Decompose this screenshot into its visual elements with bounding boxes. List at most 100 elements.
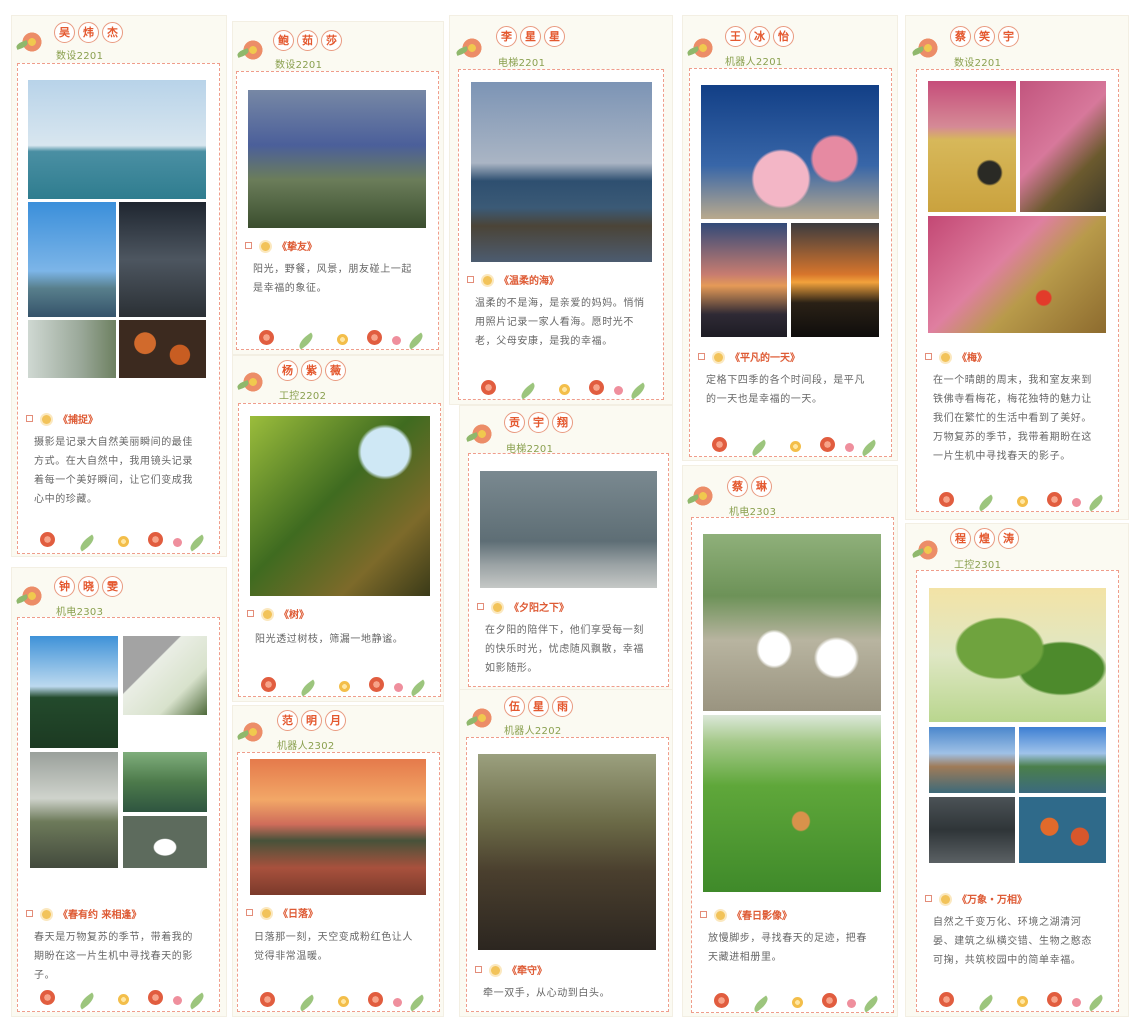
post-card: 贡 宇 翔 电梯2201 《夕阳之下》 在夕阳的陪伴下，他们享受每一刻的快乐时光… — [460, 406, 672, 691]
photo[interactable] — [929, 797, 1015, 863]
photo[interactable] — [928, 81, 1016, 212]
class-label: 机电2303 — [56, 607, 104, 618]
photo[interactable] — [701, 223, 787, 337]
sun-icon — [42, 910, 51, 919]
class-label: 数设2201 — [954, 58, 1002, 69]
photo[interactable] — [123, 816, 207, 868]
photo-card: 《夕阳之下》 在夕阳的陪伴下，他们享受每一刻的快乐时光，忧虑随风飘散，幸福如影随… — [468, 453, 669, 687]
flower-icon — [241, 370, 265, 394]
post-card: 蔡 琳 机电2303 《春日影像》 放慢脚步，寻找春天的足迹，把春天藏进相册里。 — [683, 466, 897, 1016]
flower-icon — [20, 30, 44, 54]
square-icon — [475, 966, 482, 973]
floral-decoration — [248, 975, 429, 1012]
sun-icon — [716, 911, 725, 920]
author-name: 贡 宇 翔 — [504, 412, 573, 433]
post-description: 在一个晴朗的周末，我和室友来到铁佛寺看梅花，梅花独特的魅力让我们在繁忙的生活中看… — [933, 375, 1092, 462]
photo[interactable] — [248, 90, 426, 228]
post-description: 牵一双手，从心动到白头。 — [483, 988, 611, 999]
sun-icon — [262, 909, 271, 918]
sun-icon — [483, 276, 492, 285]
photo[interactable] — [123, 752, 207, 812]
photo-card: 《平凡的一天》 定格下四季的各个时间段，是平凡的一天也是幸福的一天。 — [689, 68, 892, 457]
flower-icon — [241, 720, 265, 744]
photo[interactable] — [929, 727, 1015, 793]
square-icon — [700, 911, 707, 918]
post-card: 范 明 月 机器人2302 《日落》 日落那一刻，天空变成粉红色让人觉得非常温暖… — [233, 706, 443, 1016]
class-label: 机器人2202 — [504, 726, 562, 737]
post-title: 《梅》 — [925, 349, 1110, 364]
photo[interactable] — [1019, 727, 1106, 793]
photo[interactable] — [703, 534, 881, 711]
floral-decoration — [249, 660, 430, 697]
square-icon — [698, 353, 705, 360]
floral-decoration — [28, 515, 209, 552]
post-description: 在夕阳的陪伴下，他们享受每一刻的快乐时光，忧虑随风飘散，幸福如影随形。 — [485, 625, 644, 674]
square-icon — [247, 610, 254, 617]
class-label: 工控2202 — [279, 391, 327, 402]
post-description: 放慢脚步，寻找春天的足迹，把春天藏进相册里。 — [708, 933, 867, 963]
photo[interactable] — [30, 636, 118, 748]
photo-card: 《春日影像》 放慢脚步，寻找春天的足迹，把春天藏进相册里。 — [691, 517, 894, 1013]
post-description: 日落那一刻，天空变成粉红色让人觉得非常温暖。 — [254, 932, 413, 962]
square-icon — [477, 603, 484, 610]
flower-icon — [460, 36, 484, 60]
author-name: 蔡 笑 宇 — [950, 26, 1019, 47]
post-card: 吴 炜 杰 数设2201 《捕捉》 摄影是记录大自然美丽瞬间的最佳方式。在大自然… — [12, 16, 226, 556]
post-title: 《春有约 来相逢》 — [26, 906, 211, 921]
flower-icon — [916, 538, 940, 562]
square-icon — [925, 353, 932, 360]
author-name: 吴 炜 杰 — [54, 22, 123, 43]
photo[interactable] — [471, 82, 652, 262]
photo[interactable] — [1020, 81, 1106, 212]
photo-card: 《日落》 日落那一刻，天空变成粉红色让人觉得非常温暖。 — [237, 752, 440, 1012]
photo-card: 《挚友》 阳光，野餐，风景，朋友碰上一起是幸福的象征。 — [236, 71, 439, 350]
class-label: 数设2201 — [56, 51, 104, 62]
post-description: 摄影是记录大自然美丽瞬间的最佳方式。在大自然中，我用镜头记录着每一个美好瞬间，让… — [34, 437, 193, 505]
post-title: 《平凡的一天》 — [698, 349, 883, 364]
post-card: 伍 星 雨 机器人2202 《牵守》 牵一双手，从心动到白头。 — [460, 690, 672, 1016]
sun-icon — [261, 242, 270, 251]
photo[interactable] — [119, 320, 206, 378]
photo[interactable] — [250, 416, 430, 596]
photo[interactable] — [1019, 797, 1106, 863]
floral-decoration — [28, 973, 209, 1010]
post-card: 杨 紫 薇 工控2202 《树》 阳光透过树枝，筛漏一地静谧。 — [233, 356, 443, 701]
square-icon — [26, 910, 33, 917]
post-card: 蔡 笑 宇 数设2201 《梅》 在一个晴朗的周末，我和室友来到铁佛寺看梅花，梅… — [906, 16, 1128, 519]
photo[interactable] — [929, 588, 1106, 722]
post-title: 《牵守》 — [475, 962, 660, 977]
post-description: 定格下四季的各个时间段，是平凡的一天也是幸福的一天。 — [706, 375, 865, 405]
photo-card: 《温柔的海》 温柔的不是海，是亲爱的妈妈。悄悄用照片记录一家人看海。愿时光不老，… — [458, 69, 664, 400]
square-icon — [925, 895, 932, 902]
photo[interactable] — [119, 202, 206, 317]
photo[interactable] — [28, 202, 116, 317]
square-icon — [467, 276, 474, 283]
sun-icon — [42, 415, 51, 424]
class-label: 机电2303 — [729, 507, 777, 518]
photo-card: 《梅》 在一个晴朗的周末，我和室友来到铁佛寺看梅花，梅花独特的魅力让我们在繁忙的… — [916, 69, 1119, 512]
floral-decoration — [700, 420, 881, 457]
photo[interactable] — [123, 636, 207, 715]
photo[interactable] — [928, 216, 1106, 333]
post-description: 阳光透过树枝，筛漏一地静谧。 — [255, 634, 404, 645]
photo[interactable] — [480, 471, 657, 588]
photo[interactable] — [250, 759, 426, 895]
photo[interactable] — [478, 754, 656, 950]
photo[interactable] — [791, 223, 879, 337]
photo[interactable] — [28, 80, 206, 199]
post-title: 《温柔的海》 — [467, 272, 655, 287]
photo-card: 《春有约 来相逢》 春天是万物复苏的季节，带着我的期盼在这一片生机中寻找春天的影… — [17, 617, 220, 1012]
square-icon — [246, 909, 253, 916]
photo[interactable] — [703, 715, 881, 892]
photo[interactable] — [701, 85, 879, 219]
post-card: 钟 晓 雯 机电2303 《春有约 来相逢》 春天是万物复苏的季节，带着我的期盼… — [12, 568, 226, 1016]
author-name: 李 星 星 — [496, 26, 565, 47]
flower-icon — [916, 36, 940, 60]
floral-decoration — [702, 976, 883, 1013]
photo[interactable] — [28, 320, 116, 378]
post-card: 李 星 星 电梯2201 《温柔的海》 温柔的不是海，是亲爱的妈妈。悄悄用照片记… — [450, 16, 672, 404]
author-name: 杨 紫 薇 — [277, 360, 346, 381]
photo[interactable] — [30, 752, 118, 868]
floral-decoration — [469, 363, 653, 400]
square-icon — [26, 415, 33, 422]
